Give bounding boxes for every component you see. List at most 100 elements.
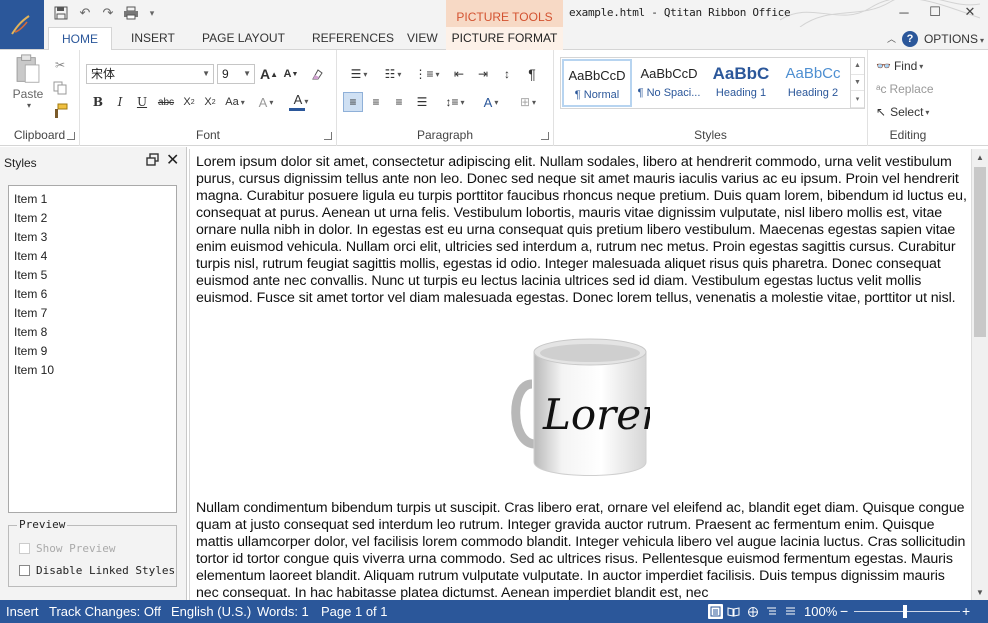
replace-button[interactable]: ᵃc Replace — [876, 79, 934, 99]
scroll-down-icon[interactable]: ▼ — [972, 584, 988, 600]
cut-icon[interactable]: ✂ — [51, 56, 69, 74]
list-item[interactable]: Item 5 — [9, 266, 176, 285]
maximize-icon[interactable]: ☐ — [920, 0, 950, 24]
scroll-up-icon[interactable]: ▲ — [972, 149, 988, 165]
zoom-in-icon[interactable]: + — [962, 600, 970, 623]
justify-icon[interactable]: ☰ — [412, 92, 432, 112]
save-icon[interactable] — [52, 4, 70, 22]
help-icon[interactable]: ? — [901, 30, 918, 47]
redo-icon[interactable]: ↷ — [99, 4, 117, 22]
decrease-indent-icon[interactable]: ⇤ — [449, 64, 469, 84]
zoom-level[interactable]: 100% — [804, 600, 837, 623]
gallery-down-icon[interactable]: ▼ — [851, 75, 864, 92]
list-item[interactable]: Item 2 — [9, 209, 176, 228]
zoom-slider[interactable] — [854, 611, 960, 612]
style-heading-1[interactable]: AaBbC Heading 1 — [706, 59, 776, 107]
scrollbar-thumb[interactable] — [974, 167, 986, 337]
align-left-icon[interactable]: ≡ — [343, 92, 363, 112]
mug-image[interactable]: Lorem — [510, 334, 650, 486]
show-formatting-marks-icon[interactable]: ¶ — [523, 64, 541, 84]
find-button[interactable]: 👓 Find ▾ — [876, 56, 923, 76]
float-pane-icon[interactable] — [146, 153, 160, 167]
tab-references[interactable]: REFERENCES — [302, 27, 404, 50]
list-item[interactable]: Item 4 — [9, 247, 176, 266]
zoom-slider-thumb[interactable] — [903, 605, 907, 618]
tab-home[interactable]: HOME — [48, 27, 112, 51]
strikethrough-button[interactable]: abc — [156, 92, 176, 112]
multilevel-list-icon[interactable]: ⋮≡ ▾ — [413, 64, 441, 84]
draft-view-icon[interactable] — [783, 604, 798, 619]
list-item[interactable]: Item 10 — [9, 361, 176, 380]
copy-icon[interactable] — [51, 79, 69, 97]
paste-button[interactable]: Paste ▾ — [8, 54, 48, 110]
document-paragraph[interactable]: Nullam condimentum bibendum turpis ut su… — [196, 500, 970, 600]
close-pane-icon[interactable]: ✕ — [166, 150, 179, 170]
undo-icon[interactable]: ↶ — [76, 4, 94, 22]
font-name-combo[interactable]: 宋体 ▼ — [86, 64, 214, 84]
shrink-font-icon[interactable]: A ▼ — [282, 64, 300, 84]
shading-icon[interactable]: A ▾ — [479, 92, 503, 112]
text-effects-icon[interactable]: A ▾ — [255, 92, 277, 112]
align-right-icon[interactable]: ≡ — [389, 92, 409, 112]
list-item[interactable]: Item 6 — [9, 285, 176, 304]
gallery-more-icon[interactable]: ▾ — [851, 91, 864, 109]
list-item[interactable]: Item 1 — [9, 190, 176, 209]
style-heading-2[interactable]: AaBbCc Heading 2 — [778, 59, 848, 107]
change-case-icon[interactable]: Aa ▾ — [225, 92, 245, 112]
minimize-icon[interactable]: ─ — [889, 0, 919, 24]
tab-page-layout[interactable]: PAGE LAYOUT — [192, 27, 295, 50]
disable-linked-styles-checkbox[interactable]: Disable Linked Styles — [19, 564, 175, 577]
document-paragraph[interactable]: Lorem ipsum dolor sit amet, consectetur … — [196, 154, 970, 307]
line-spacing-icon[interactable]: ↕≡ ▾ — [441, 92, 469, 112]
styles-list[interactable]: Item 1 Item 2 Item 3 Item 4 Item 5 Item … — [8, 185, 177, 513]
app-logo[interactable] — [0, 0, 44, 49]
web-layout-icon[interactable] — [745, 604, 760, 619]
options-menu[interactable]: OPTIONS ▾ — [924, 32, 984, 46]
close-icon[interactable]: ✕ — [955, 0, 985, 24]
collapse-ribbon-icon[interactable]: ︿ — [887, 32, 896, 45]
insert-mode-indicator[interactable]: Insert — [6, 600, 39, 623]
paragraph-launcher-icon[interactable] — [541, 132, 549, 140]
print-icon[interactable] — [122, 4, 140, 22]
vertical-scrollbar[interactable]: ▲ ▼ — [971, 149, 988, 600]
style-normal[interactable]: AaBbCcD ¶ Normal — [562, 59, 632, 107]
italic-button[interactable]: I — [112, 92, 128, 112]
list-item[interactable]: Item 3 — [9, 228, 176, 247]
grow-font-icon[interactable]: A ▲ — [260, 64, 278, 84]
font-color-icon[interactable]: A ▾ — [286, 92, 316, 112]
clipboard-launcher-icon[interactable] — [67, 132, 75, 140]
bullets-icon[interactable]: ☰ ▾ — [345, 64, 373, 84]
underline-button[interactable]: U — [134, 92, 150, 112]
gallery-up-icon[interactable]: ▲ — [851, 58, 864, 75]
tab-insert[interactable]: INSERT — [121, 27, 185, 50]
bold-button[interactable]: B — [90, 92, 106, 112]
select-button[interactable]: ↖ Select ▾ — [876, 102, 929, 122]
zoom-out-icon[interactable]: − — [840, 600, 848, 623]
font-size-combo[interactable]: 9 ▼ — [217, 64, 255, 84]
format-painter-icon[interactable] — [51, 102, 69, 120]
customize-qat-icon[interactable]: ▾ — [143, 4, 161, 22]
tab-picture-format[interactable]: PICTURE FORMAT — [446, 27, 563, 50]
font-launcher-icon[interactable] — [324, 132, 332, 140]
outline-view-icon[interactable] — [764, 604, 779, 619]
document-area[interactable]: Lorem ipsum dolor sit amet, consectetur … — [189, 149, 970, 600]
paste-dropdown-icon[interactable]: ▾ — [27, 101, 31, 110]
tab-view[interactable]: VIEW — [397, 27, 448, 50]
subscript-button[interactable]: X2 — [180, 92, 198, 112]
list-item[interactable]: Item 9 — [9, 342, 176, 361]
numbering-icon[interactable]: ☷ ▾ — [379, 64, 407, 84]
superscript-button[interactable]: X2 — [201, 92, 219, 112]
language-indicator[interactable]: English (U.S.) — [171, 600, 251, 623]
print-layout-icon[interactable] — [708, 604, 723, 619]
align-center-icon[interactable]: ≡ — [366, 92, 386, 112]
clear-formatting-icon[interactable] — [308, 64, 326, 84]
list-item[interactable]: Item 7 — [9, 304, 176, 323]
full-screen-reading-icon[interactable] — [726, 604, 741, 619]
borders-icon[interactable]: ⊞ ▾ — [515, 92, 541, 112]
list-item[interactable]: Item 8 — [9, 323, 176, 342]
sort-icon[interactable]: ↕ — [497, 64, 517, 84]
increase-indent-icon[interactable]: ⇥ — [473, 64, 493, 84]
track-changes-indicator[interactable]: Track Changes: Off — [49, 600, 161, 623]
show-preview-checkbox[interactable]: Show Preview — [19, 542, 115, 555]
style-no-spacing[interactable]: AaBbCcD ¶ No Spaci... — [634, 59, 704, 107]
